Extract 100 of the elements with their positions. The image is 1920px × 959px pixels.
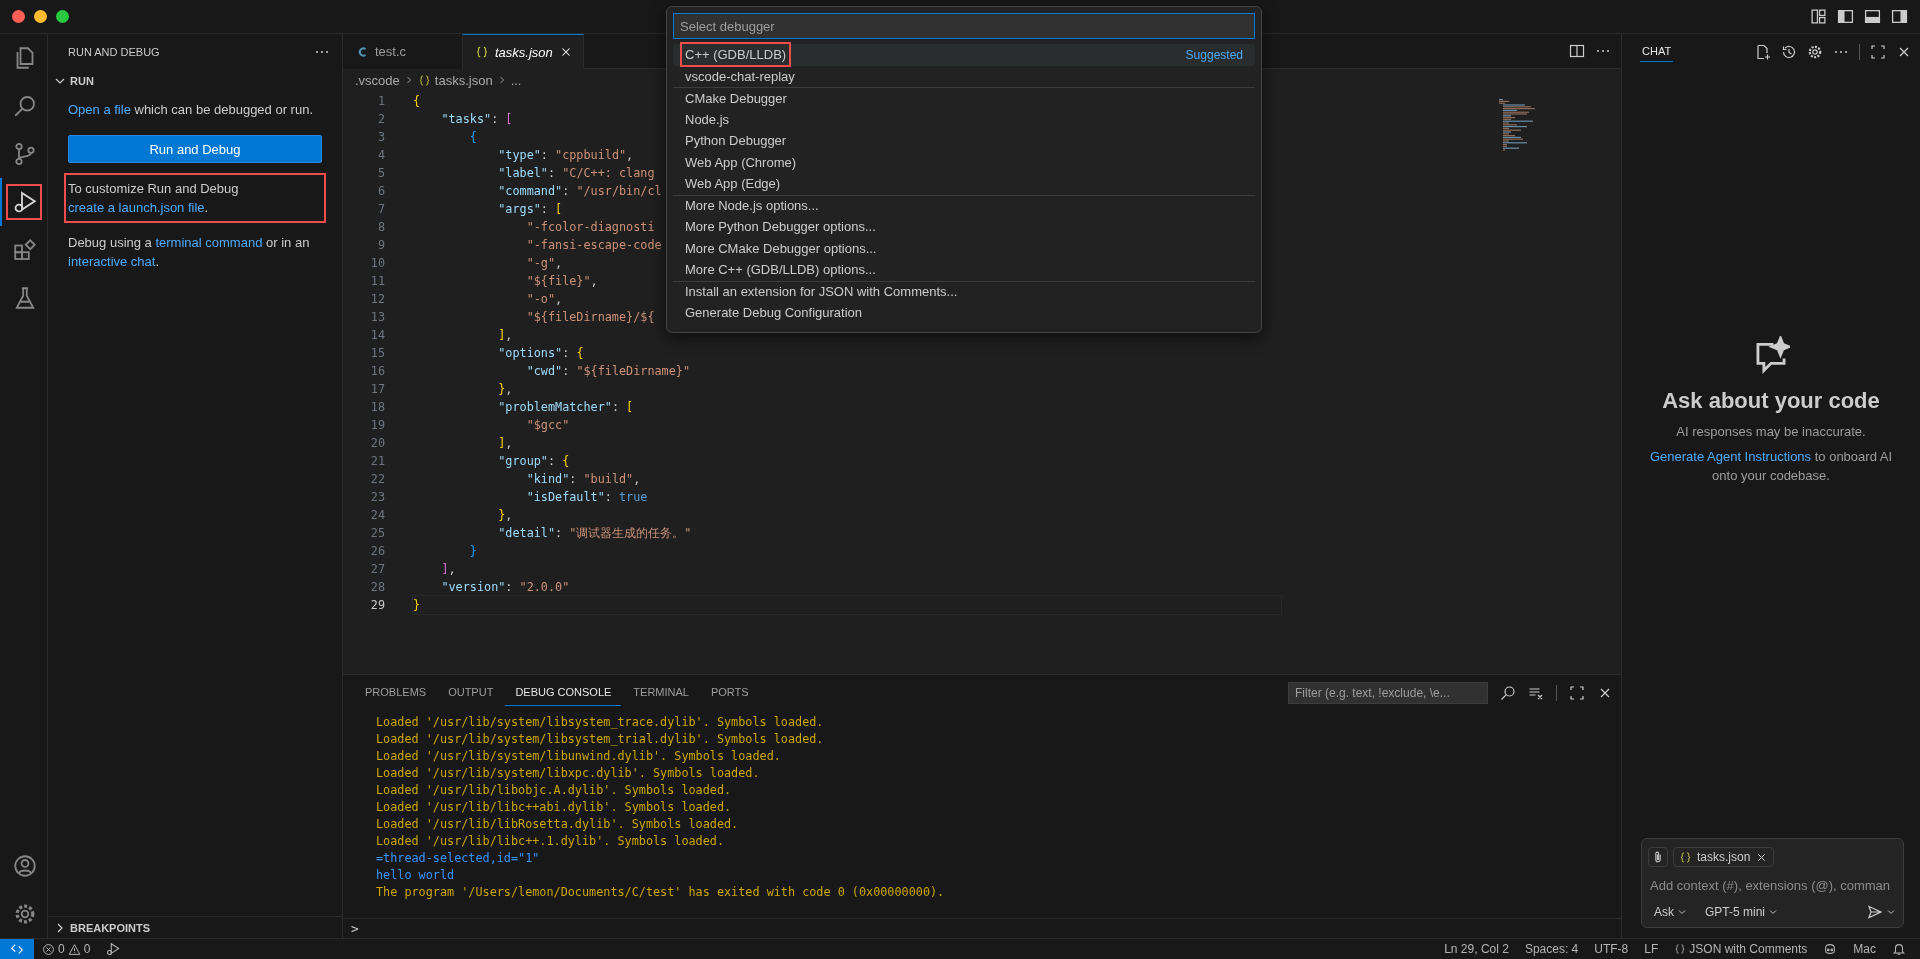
account-icon[interactable] xyxy=(13,854,37,878)
menu-item[interactable]: More CMake Debugger options... xyxy=(673,237,1255,259)
line-number: 8 xyxy=(377,219,385,236)
menu-item[interactable]: Web App (Chrome) xyxy=(673,151,1255,173)
editor-tab[interactable]: test.c xyxy=(343,34,463,69)
sidebar-toggle-icon[interactable] xyxy=(1837,8,1854,25)
chat-input[interactable]: Add context (#), extensions (@), comman xyxy=(1648,873,1897,897)
paragraph: To customize Run and Debug create a launch.json file. xyxy=(68,177,322,219)
status-item[interactable]: Spaces: 4 xyxy=(1516,939,1587,959)
secondary-sidebar-toggle-icon[interactable] xyxy=(1891,8,1908,25)
mode-picker[interactable]: Ask xyxy=(1648,903,1694,921)
play-bug-icon[interactable] xyxy=(106,942,121,956)
menu-item[interactable]: More C++ (GDB/LLDB) options... xyxy=(673,259,1255,281)
status-item[interactable]: UTF-8 xyxy=(1586,939,1637,959)
history-icon[interactable] xyxy=(1781,43,1797,60)
window-close-button[interactable] xyxy=(12,10,25,23)
code-line: "tasks": [ xyxy=(440,111,513,128)
console-line: Loaded '/usr/lib/libc++abi.dylib'. Symbols loaded. xyxy=(376,799,732,816)
search-icon xyxy=(13,94,37,118)
split-editor-icon[interactable] xyxy=(1569,43,1585,59)
link[interactable]: Open a file xyxy=(68,102,131,117)
console-line: Loaded '/usr/lib/system/libunwind.dylib'. Symbols loaded. xyxy=(376,748,781,765)
menu-item[interactable]: CMake Debugger xyxy=(673,87,1255,109)
status-item[interactable]: Ln 29, Col 2 xyxy=(1436,939,1517,959)
link[interactable]: create a launch.json file xyxy=(68,200,205,215)
chat-subtitle: AI responses may be inaccurate. xyxy=(1676,424,1866,439)
chat-note: Generate Agent Instructions to onboard AI onto your codebase. xyxy=(1648,448,1894,485)
section-header[interactable]: RUN xyxy=(48,70,342,92)
chat-heading: Ask about your code xyxy=(1662,388,1880,414)
line-number: 25 xyxy=(370,525,385,542)
menu-item[interactable]: Web App (Edge) xyxy=(673,173,1255,195)
console-line: =thread-selected,id="1" xyxy=(376,850,540,867)
code-line: "-fansi-escape-code xyxy=(525,237,662,254)
settings-icon[interactable] xyxy=(13,902,37,926)
window-minimize-button[interactable] xyxy=(34,10,47,23)
attach-button[interactable] xyxy=(1648,847,1668,867)
status-item[interactable]: Mac xyxy=(1845,939,1884,959)
line-number: 4 xyxy=(377,147,385,164)
panel-tab[interactable]: OUTPUT xyxy=(438,679,504,706)
context-chip[interactable]: tasks.json xyxy=(1673,847,1775,867)
code-line: "-g", xyxy=(525,255,563,272)
breadcrumb-item[interactable]: ... xyxy=(510,72,522,88)
menu-item[interactable]: Node.js xyxy=(673,108,1255,130)
menu-item[interactable]: Generate Debug Configuration xyxy=(673,302,1255,324)
code-line: "group": { xyxy=(497,453,570,470)
layout-icon[interactable] xyxy=(1810,8,1827,25)
console-line: Loaded '/usr/lib/libobjc.A.dylib'. Symbols loaded. xyxy=(376,782,732,799)
menu-item[interactable]: vscode-chat-replay xyxy=(673,65,1255,87)
status-item[interactable]: LF xyxy=(1636,939,1667,959)
breadcrumb-item[interactable]: tasks.json xyxy=(417,72,493,88)
language-mode[interactable]: JSON with Comments xyxy=(1666,939,1816,959)
new-file-icon[interactable] xyxy=(1755,43,1771,60)
extensions-icon xyxy=(13,238,37,262)
send-button[interactable] xyxy=(1867,904,1897,920)
chat-tab[interactable]: CHAT xyxy=(1640,41,1674,62)
chat-input-box[interactable]: tasks.json Add context (#), extensions (@), comman Ask GPT-5 mini xyxy=(1641,838,1904,928)
problems-status[interactable]: 0 0 xyxy=(34,939,99,959)
remote-button[interactable] xyxy=(0,939,34,959)
line-number: 21 xyxy=(370,453,385,470)
console-line: Loaded '/usr/lib/system/libsystem_trace.dylib'. Symbols loaded. xyxy=(376,714,824,731)
link[interactable]: terminal command xyxy=(155,235,263,250)
settings-icon[interactable] xyxy=(1807,43,1823,60)
maximize-icon[interactable] xyxy=(1569,684,1585,701)
window-zoom-button[interactable] xyxy=(56,10,69,23)
search-icon[interactable] xyxy=(1500,684,1516,701)
code-line: "version": "2.0.0" xyxy=(440,579,570,596)
code-line: } xyxy=(468,543,477,560)
maximize-icon[interactable] xyxy=(1870,43,1886,60)
panel-tab[interactable]: PORTS xyxy=(700,679,759,706)
line-number: 18 xyxy=(370,399,385,416)
line-number: 10 xyxy=(370,255,385,272)
run-debug-button[interactable]: Run and Debug xyxy=(68,135,322,163)
warning-count: 0 xyxy=(83,942,91,956)
editor-tab[interactable]: tasks.json xyxy=(463,34,584,69)
menu-item[interactable]: Install an extension for JSON with Comments... xyxy=(673,280,1255,302)
paragraph: Open a file which can be debugged or run. xyxy=(68,101,314,119)
line-number: 16 xyxy=(370,363,385,380)
code-line: }, xyxy=(497,381,513,398)
line-number: 28 xyxy=(370,579,385,596)
filter-field[interactable]: Filter (e.g. text, !exclude, \e... xyxy=(1288,681,1488,704)
panel-toggle-icon[interactable] xyxy=(1864,8,1881,25)
branch-icon xyxy=(13,142,37,166)
bell-icon[interactable] xyxy=(1892,942,1906,956)
panel-tab[interactable]: TERMINAL xyxy=(623,679,699,706)
breadcrumb-item[interactable]: .vscode xyxy=(355,72,400,88)
model-picker[interactable]: GPT-5 mini xyxy=(1699,903,1786,921)
console-prompt[interactable]: > xyxy=(351,921,359,936)
code-line: } xyxy=(413,597,421,614)
menu-item[interactable]: More Node.js options... xyxy=(673,194,1255,216)
panel-tab[interactable]: DEBUG CONSOLE xyxy=(505,679,622,706)
code-line: "-fcolor-diagnosti xyxy=(525,219,655,236)
code-line: "$gcc" xyxy=(525,417,570,434)
panel-tab[interactable]: PROBLEMS xyxy=(355,679,437,706)
robot-icon[interactable] xyxy=(1823,942,1838,956)
section-header[interactable]: BREAKPOINTS xyxy=(48,916,151,939)
menu-item[interactable]: More Python Debugger options... xyxy=(673,216,1255,238)
menu-item[interactable]: C++ (GDB/LLDB) Suggested xyxy=(673,44,1255,66)
quick-pick-input[interactable]: Select debugger xyxy=(673,13,1255,39)
link[interactable]: Generate Agent Instructions xyxy=(1649,449,1812,464)
menu-item[interactable]: Python Debugger xyxy=(673,130,1255,152)
